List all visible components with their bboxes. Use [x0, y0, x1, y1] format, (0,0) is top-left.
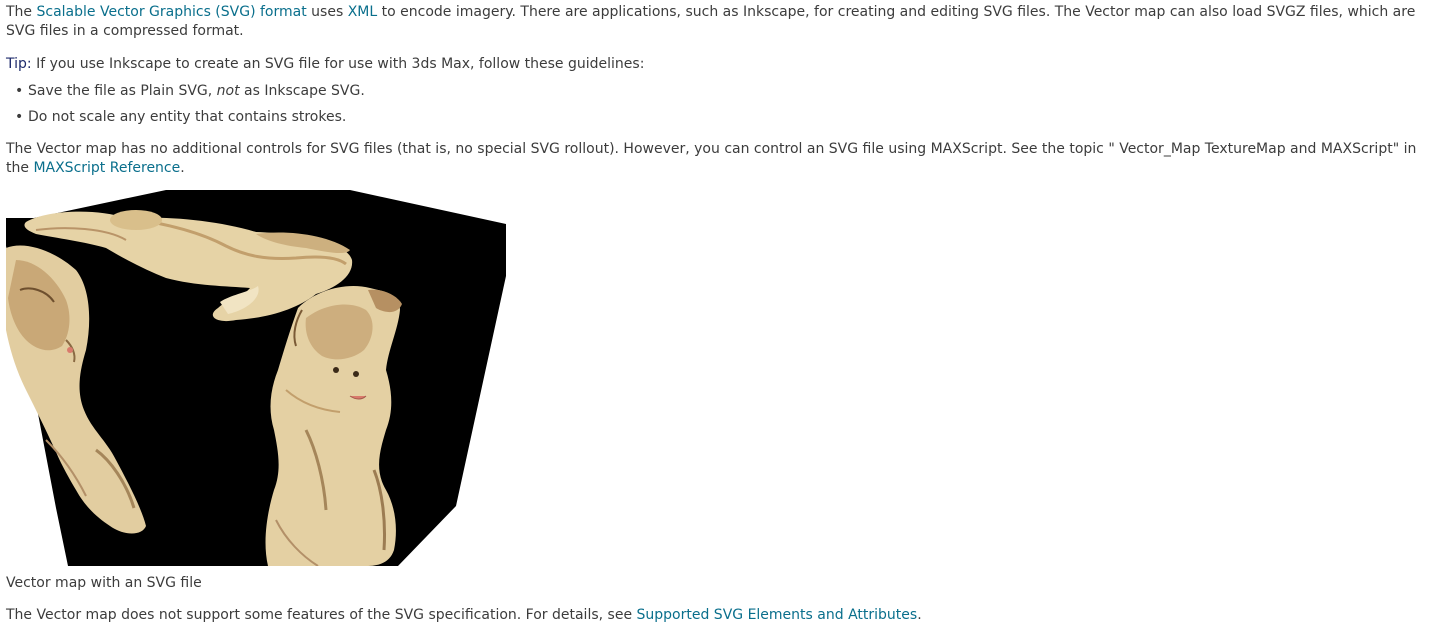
support-paragraph: The Vector map does not support some fea…	[6, 606, 1426, 625]
lion-cub-cube-image	[6, 190, 506, 566]
tip-label: Tip:	[6, 56, 32, 72]
tip-item-1-after: as Inkscape SVG.	[239, 83, 365, 99]
controls-paragraph: The Vector map has no additional control…	[6, 140, 1426, 178]
intro-paragraph: The Scalable Vector Graphics (SVG) forma…	[6, 3, 1426, 41]
controls-text-2: .	[180, 160, 185, 176]
tip-item-1-before: Save the file as Plain SVG,	[28, 83, 217, 99]
support-text-1: The Vector map does not support some fea…	[6, 607, 637, 623]
support-text-2: .	[917, 607, 922, 623]
tip-paragraph: Tip: If you use Inkscape to create an SV…	[6, 55, 1426, 74]
tip-list: Save the file as Plain SVG, not as Inksc…	[6, 82, 1426, 127]
supported-svg-elements-link[interactable]: Supported SVG Elements and Attributes	[637, 607, 918, 623]
intro-text-2: uses	[306, 4, 348, 20]
maxscript-reference-link[interactable]: MAXScript Reference	[33, 160, 180, 176]
vector-map-figure-image	[6, 190, 506, 566]
list-item: Save the file as Plain SVG, not as Inksc…	[15, 82, 1426, 101]
svg-format-link[interactable]: Scalable Vector Graphics (SVG) format	[37, 4, 307, 20]
document-page: The Scalable Vector Graphics (SVG) forma…	[0, 0, 1432, 625]
figure-caption: Vector map with an SVG file	[6, 575, 202, 591]
tip-item-1-emphasis: not	[216, 83, 240, 99]
intro-text-1: The	[6, 4, 37, 20]
tip-item-2-text: Do not scale any entity that contains st…	[28, 109, 347, 125]
controls-text-1: The Vector map has no additional control…	[6, 141, 1417, 176]
list-item: Do not scale any entity that contains st…	[15, 108, 1426, 127]
xml-link[interactable]: XML	[348, 4, 377, 20]
tip-text: If you use Inkscape to create an SVG fil…	[36, 56, 645, 72]
